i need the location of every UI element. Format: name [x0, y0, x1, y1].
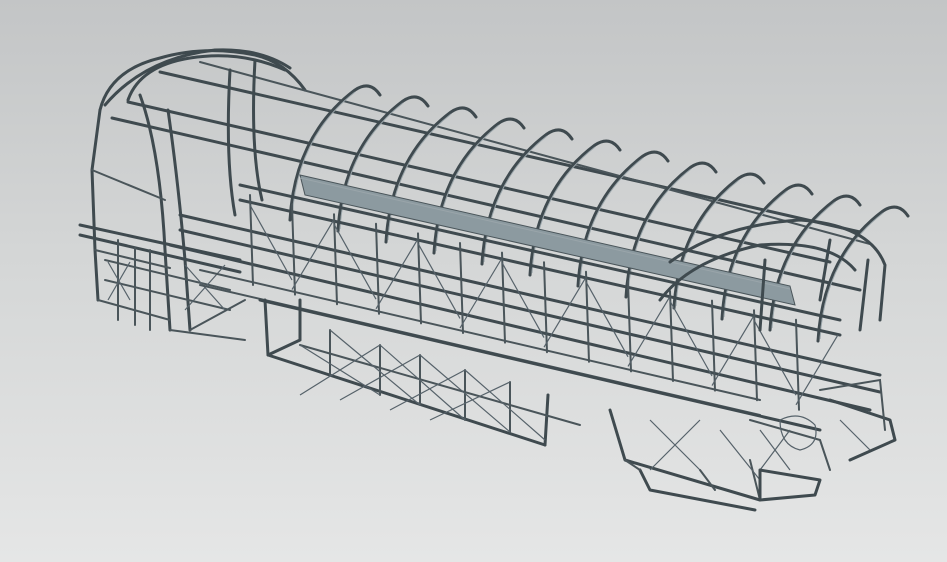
roof-rib: [816, 205, 910, 343]
diagonal-brace: [711, 315, 755, 386]
side-post: [795, 318, 800, 411]
rear-end-frame: [658, 218, 897, 502]
side-post: [459, 242, 464, 334]
diagonal-brace: [627, 296, 671, 367]
bus-frame-model[interactable]: [0, 0, 947, 562]
side-post: [375, 222, 380, 315]
side-post: [543, 261, 548, 354]
diagonal-brace: [795, 334, 839, 406]
side-post: [711, 299, 716, 392]
side-post: [627, 280, 632, 373]
cad-viewport[interactable]: [0, 0, 947, 562]
diagonal-brace: [501, 262, 545, 338]
side-post: [291, 203, 296, 296]
